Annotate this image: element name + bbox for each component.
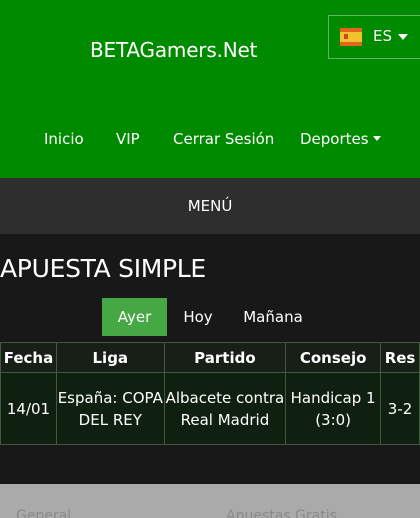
main-content: APUESTA SIMPLE Ayer Hoy Mañana Fecha Lig… <box>0 234 420 484</box>
column-header-liga: Liga <box>55 342 165 373</box>
nav-item-deportes[interactable]: Deportes <box>300 130 381 148</box>
column-header-resultado: Res <box>380 342 420 373</box>
nav-item-cerrar-sesion[interactable]: Cerrar Sesión <box>173 130 274 148</box>
cell-fecha: 14/01 <box>0 372 57 445</box>
footer-link-apuestas-gratis[interactable]: Apuestas Gratis <box>226 508 337 518</box>
site-title[interactable]: BETAGamers.Net <box>90 38 257 62</box>
tab-ayer[interactable]: Ayer <box>102 298 167 336</box>
nav-item-inicio[interactable]: Inicio <box>44 130 84 148</box>
tab-hoy[interactable]: Hoy <box>173 298 223 336</box>
cell-consejo: Handicap 1 (3:0) <box>285 372 382 445</box>
page-title: APUESTA SIMPLE <box>0 254 206 283</box>
column-header-consejo: Consejo <box>285 342 382 373</box>
language-code: ES <box>373 27 392 45</box>
chevron-down-icon <box>372 136 381 141</box>
tab-manana[interactable]: Mañana <box>234 298 312 336</box>
cell-liga: España: COPA DEL REY <box>55 372 165 445</box>
spain-flag-icon <box>340 28 362 46</box>
language-selector[interactable]: ES <box>328 15 420 59</box>
footer: General Apuestas Gratis <box>0 484 420 518</box>
nav-item-deportes-label: Deportes <box>300 130 369 148</box>
table-header-row: Fecha Liga Partido Consejo Res <box>0 342 420 373</box>
column-header-fecha: Fecha <box>0 342 57 373</box>
nav-item-vip[interactable]: VIP <box>116 130 140 148</box>
tips-table: Fecha Liga Partido Consejo Res 14/01 Esp… <box>0 342 420 445</box>
menu-toggle[interactable]: MENÚ <box>0 178 420 234</box>
cell-partido: Albacete contra Real Madrid <box>163 372 287 445</box>
table-row: 14/01 España: COPA DEL REY Albacete cont… <box>0 372 420 445</box>
column-header-partido: Partido <box>163 342 287 373</box>
chevron-down-icon <box>398 34 408 40</box>
menu-label: MENÚ <box>187 197 233 215</box>
site-header: BETAGamers.Net ES Inicio VIP Cerrar Sesi… <box>0 0 420 178</box>
cell-resultado: 3-2 <box>380 372 420 445</box>
footer-link-general[interactable]: General <box>16 508 71 518</box>
